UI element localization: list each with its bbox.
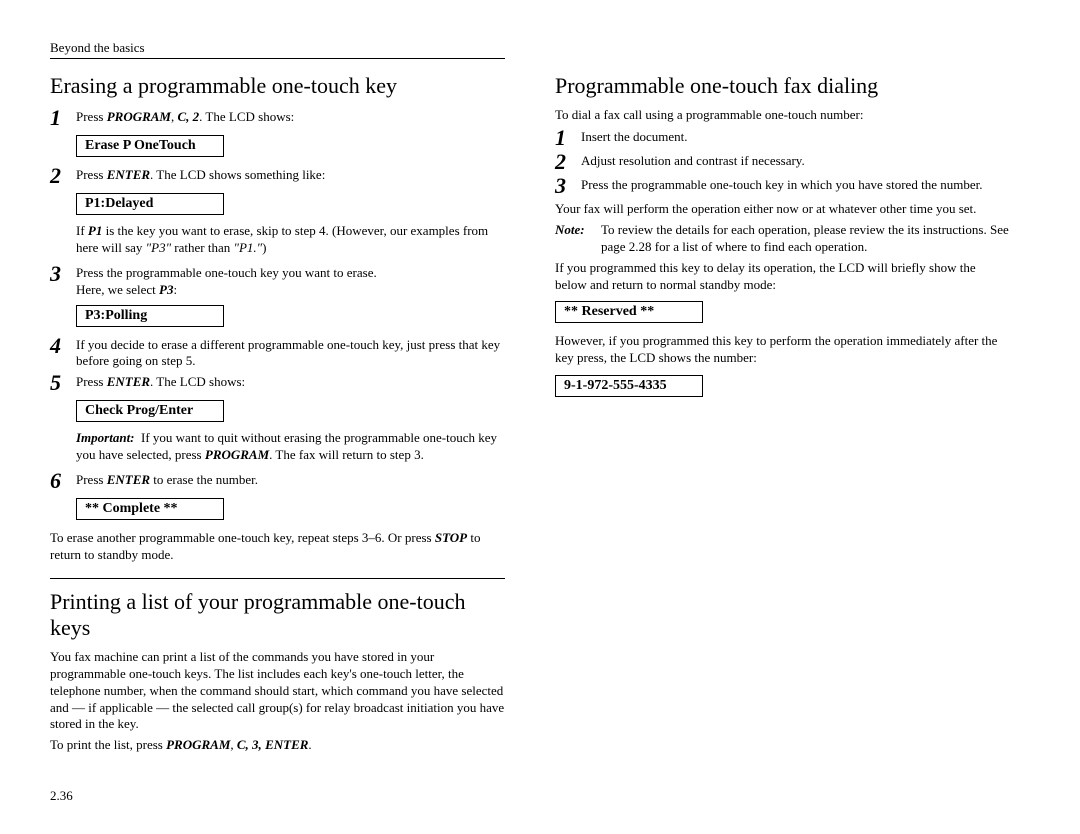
- note-label: Note:: [555, 222, 601, 256]
- step-number: 6: [50, 470, 76, 492]
- step-text: Adjust resolution and contrast if necess…: [581, 151, 1010, 170]
- after-steps: Your fax will perform the operation eith…: [555, 201, 1010, 218]
- lcd-display-check-prog: Check Prog/Enter: [76, 400, 224, 422]
- step-text: Press the programmable one-touch key in …: [581, 175, 1010, 194]
- step-text: Press ENTER. The LCD shows something lik…: [76, 165, 505, 184]
- step-6: 6 Press ENTER to erase the number.: [50, 470, 505, 492]
- step-4: 4 If you decide to erase a different pro…: [50, 335, 505, 371]
- step-number: 2: [555, 151, 581, 173]
- r-step-2: 2 Adjust resolution and contrast if nece…: [555, 151, 1010, 173]
- step-2: 2 Press ENTER. The LCD shows something l…: [50, 165, 505, 187]
- section-heading-fax-dialing: Programmable one-touch fax dialing: [555, 73, 1010, 99]
- step-text: Insert the document.: [581, 127, 1010, 146]
- section-heading-erase: Erasing a programmable one-touch key: [50, 73, 505, 99]
- step-number: 1: [50, 107, 76, 129]
- step-text: Press the programmable one-touch key you…: [76, 263, 505, 299]
- step-text: Press ENTER. The LCD shows:: [76, 372, 505, 391]
- lcd-display-number: 9-1-972-555-4335: [555, 375, 703, 397]
- lcd-display-p1-delayed: P1:Delayed: [76, 193, 224, 215]
- step-number: 5: [50, 372, 76, 394]
- delay-paragraph: If you programmed this key to delay its …: [555, 260, 1010, 294]
- section-heading-printing: Printing a list of your programmable one…: [50, 589, 505, 641]
- section-divider: [50, 578, 505, 579]
- step-text: Press ENTER to erase the number.: [76, 470, 505, 489]
- note-text: To review the details for each operation…: [601, 222, 1010, 256]
- left-column: Erasing a programmable one-touch key 1 P…: [50, 71, 505, 758]
- step-3: 3 Press the programmable one-touch key y…: [50, 263, 505, 299]
- lcd-display-p3-polling: P3:Polling: [76, 305, 224, 327]
- note-row: Note: To review the details for each ope…: [555, 222, 1010, 256]
- lcd-display-erase-onetouch: Erase P OneTouch: [76, 135, 224, 157]
- note-p1: If P1 is the key you want to erase, skip…: [76, 223, 505, 257]
- step-number: 4: [50, 335, 76, 357]
- lcd-display-reserved: ** Reserved **: [555, 301, 703, 323]
- step-number: 3: [50, 263, 76, 285]
- step-1: 1 Press PROGRAM, C, 2. The LCD shows:: [50, 107, 505, 129]
- immediate-paragraph: However, if you programmed this key to p…: [555, 333, 1010, 367]
- step-text: If you decide to erase a different progr…: [76, 335, 505, 371]
- tail-paragraph: To erase another programmable one-touch …: [50, 530, 505, 564]
- page-number: 2.36: [50, 788, 73, 804]
- right-column: Programmable one-touch fax dialing To di…: [555, 71, 1010, 758]
- intro-line: To dial a fax call using a programmable …: [555, 107, 1010, 123]
- step-number: 1: [555, 127, 581, 149]
- r-step-1: 1 Insert the document.: [555, 127, 1010, 149]
- step-number: 2: [50, 165, 76, 187]
- lcd-display-complete: ** Complete **: [76, 498, 224, 520]
- printing-paragraph-1: You fax machine can print a list of the …: [50, 649, 505, 733]
- important-note: Important: If you want to quit without e…: [76, 430, 505, 464]
- r-step-3: 3 Press the programmable one-touch key i…: [555, 175, 1010, 197]
- running-header: Beyond the basics: [50, 40, 505, 59]
- manual-page: Beyond the basics Erasing a programmable…: [0, 0, 1080, 834]
- step-number: 3: [555, 175, 581, 197]
- two-column-layout: Erasing a programmable one-touch key 1 P…: [50, 71, 1030, 758]
- step-text: Press PROGRAM, C, 2. The LCD shows:: [76, 107, 505, 126]
- step-5: 5 Press ENTER. The LCD shows:: [50, 372, 505, 394]
- printing-paragraph-2: To print the list, press PROGRAM, C, 3, …: [50, 737, 505, 754]
